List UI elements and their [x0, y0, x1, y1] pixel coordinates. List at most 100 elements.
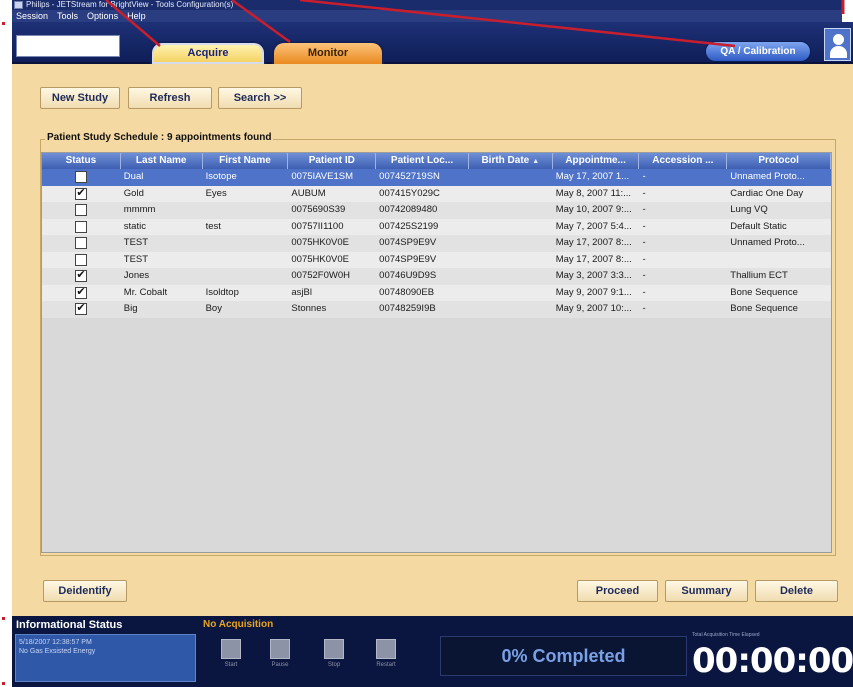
column-header-patient-id[interactable]: Patient ID [288, 153, 377, 169]
column-header-protocol[interactable]: Protocol [727, 153, 831, 169]
cell-last-name: Jones [123, 270, 150, 281]
status-checkbox[interactable] [75, 204, 88, 216]
window-title-bar: Philips - JETStream for BrightView - Too… [12, 0, 842, 10]
cell-patient-id: 0075HK0V0E [291, 253, 349, 265]
table-row[interactable]: TEST 0075HK0V0E 0074SP9E9V May 17, 2007 8:.… [42, 251, 831, 269]
column-header-last-name[interactable]: Last Name [121, 153, 203, 169]
cell-last-name: Mr. Cobalt [123, 286, 168, 298]
cell-birth-date [469, 219, 553, 236]
stop-control[interactable]: Stop [315, 639, 353, 668]
cell-first-name: Eyes [205, 187, 227, 199]
menu-tools[interactable]: Tools [57, 10, 78, 22]
column-header-first-name[interactable]: First Name [203, 153, 289, 169]
user-icon[interactable] [824, 28, 851, 61]
cell-accession: - [642, 171, 646, 182]
cell-accession: - [642, 270, 646, 281]
cell-last-name: TEST [123, 237, 149, 248]
column-header-accession[interactable]: Accession ... [639, 153, 728, 169]
menu-session[interactable]: Session [16, 10, 48, 22]
cell-status [42, 252, 121, 269]
table-row[interactable]: Big Boy Stonnes 00748259I9B May 9, 2007 10:.… [42, 301, 831, 318]
column-header-birth-date[interactable]: Birth Date ▲ [469, 153, 553, 169]
cell-accession: - [642, 237, 646, 248]
status-checkbox[interactable] [75, 171, 88, 183]
status-checkbox[interactable] [75, 253, 88, 266]
refresh-button[interactable]: Refresh [128, 87, 212, 109]
cell-birth-date [469, 252, 553, 269]
cell-last-name: Big [123, 303, 138, 314]
summary-button[interactable]: Summary [665, 580, 748, 602]
column-header-status[interactable]: Status [42, 153, 121, 169]
cell-patient-id: 00752F0W0H [291, 270, 350, 281]
qa-calibration-button[interactable]: QA / Calibration [705, 41, 811, 62]
cell-status [42, 301, 121, 318]
cell-accession: - [642, 204, 646, 215]
pause-label: Pause [271, 662, 289, 668]
informational-status-title: Informational Status [16, 619, 123, 631]
cell-patient-id: 00757II1100 [291, 220, 344, 232]
table-row[interactable]: static test 00757II1100 007425S2199 May 7, 2… [42, 218, 831, 236]
table-row[interactable]: TEST 0075HK0V0E 0074SP9E9V May 17, 2007 8:.… [42, 235, 831, 252]
column-header-appointment[interactable]: Appointme... [553, 153, 640, 169]
user-icon-body [830, 46, 847, 58]
cell-patient-id: Stonnes [291, 303, 327, 314]
tab-acquire[interactable]: Acquire [150, 41, 266, 64]
patient-schedule-group: Patient Study Schedule : 9 appointments … [40, 132, 836, 556]
acquisition-state: No Acquisition [203, 619, 274, 630]
table-row[interactable]: Dual Isotope 0075IAVE1SM 007452719SN May 17,… [42, 169, 831, 186]
pause-icon [270, 639, 290, 659]
tab-monitor[interactable]: Monitor [272, 41, 384, 64]
start-control[interactable]: Start [212, 639, 250, 668]
status-checkbox[interactable] [75, 237, 88, 249]
table-header: Status Last Name First Name Patient ID P… [42, 153, 831, 169]
cell-birth-date [469, 235, 553, 252]
cell-birth-date [469, 169, 553, 186]
table-row[interactable]: Mr. Cobalt Isoldtop asjBl 00748090EB May 9, … [42, 284, 831, 302]
cell-first-name [203, 202, 289, 219]
restart-label: Restart [376, 662, 396, 668]
delete-button[interactable]: Delete [755, 580, 838, 602]
column-header-patient-location[interactable]: Patient Loc... [376, 153, 469, 169]
status-checkbox[interactable] [75, 285, 88, 299]
pause-control[interactable]: Pause [261, 639, 299, 668]
stop-label: Stop [327, 662, 341, 668]
patient-table: Status Last Name First Name Patient ID P… [41, 152, 832, 553]
menu-help[interactable]: Help [127, 10, 146, 22]
cell-protocol: Unnamed Proto... [730, 237, 805, 248]
restart-control[interactable]: Restart [367, 639, 405, 668]
search-button[interactable]: Search >> [218, 87, 302, 109]
cell-status [42, 285, 121, 302]
cell-protocol: Lung VQ [730, 204, 768, 215]
cell-appointment: May 17, 2007 1... [555, 171, 630, 182]
cell-accession: - [642, 303, 646, 314]
cell-patient-location: 00748090EB [379, 286, 435, 298]
cell-accession: - [642, 286, 646, 298]
cell-patient-location: 007425S2199 [379, 220, 439, 232]
cell-last-name: TEST [123, 253, 149, 265]
timer-label: Total Acquisition Time Elapsed [692, 632, 760, 638]
cell-patient-id: 0075HK0V0E [291, 237, 349, 248]
menu-options[interactable]: Options [87, 10, 118, 22]
status-checkbox[interactable] [75, 220, 88, 233]
status-checkbox[interactable] [75, 301, 88, 315]
deidentify-button[interactable]: Deidentify [43, 580, 127, 602]
patient-id-box[interactable] [16, 35, 120, 57]
proceed-button[interactable]: Proceed [577, 580, 658, 602]
table-row[interactable]: mmmm 0075690S39 00742089480 May 10, 2007 9:… [42, 202, 831, 219]
start-label: Start [224, 662, 238, 668]
cell-appointment: May 3, 2007 3:3... [555, 270, 632, 281]
new-study-button[interactable]: New Study [40, 87, 120, 109]
cell-appointment: May 17, 2007 8:... [555, 237, 632, 248]
status-checkbox[interactable] [75, 268, 88, 282]
menu-bar: Session Tools Options Help [12, 10, 842, 22]
main-panel: New Study Refresh Search >> Patient Stud… [12, 64, 853, 616]
cell-protocol: Thallium ECT [730, 270, 788, 281]
cell-accession: - [642, 220, 646, 232]
cell-protocol: Default Static [730, 220, 787, 232]
cell-protocol [727, 252, 831, 269]
table-row[interactable]: Gold Eyes AUBUM 007415Y029C May 8, 2007 11:.… [42, 185, 831, 202]
status-checkbox[interactable] [75, 186, 88, 200]
cell-birth-date [469, 301, 553, 318]
cell-patient-id: AUBUM [291, 187, 326, 199]
table-row[interactable]: Jones 00752F0W0H 00746U9D9S May 3, 2007 3:3… [42, 268, 831, 285]
